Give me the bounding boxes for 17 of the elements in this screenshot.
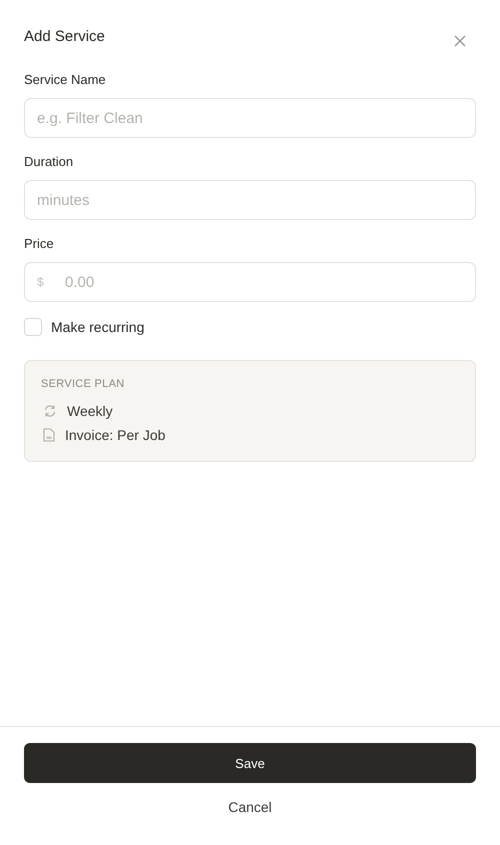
card-heading: SERVICE PLAN (41, 378, 126, 390)
save-button[interactable]: Save (24, 743, 476, 783)
plan-detail: Weekly (67, 403, 113, 419)
document-icon (43, 428, 55, 442)
input-field[interactable]: minutes (24, 180, 476, 220)
checkbox[interactable] (24, 318, 42, 336)
field-label: Duration (24, 154, 74, 170)
cancel-button[interactable]: Cancel (218, 793, 282, 821)
field-label: Service Name (24, 72, 107, 88)
field-label: Price (24, 236, 55, 252)
currency-symbol: $ (37, 275, 44, 289)
input-field[interactable]: e.g. Filter Clean (24, 98, 476, 138)
plan-detail: Invoice: Per Job (65, 427, 166, 443)
close-icon[interactable] (454, 35, 466, 47)
refresh-icon (43, 404, 57, 418)
dialog-title: Add Service (24, 27, 105, 47)
checkbox-label: Make recurring (51, 319, 144, 335)
